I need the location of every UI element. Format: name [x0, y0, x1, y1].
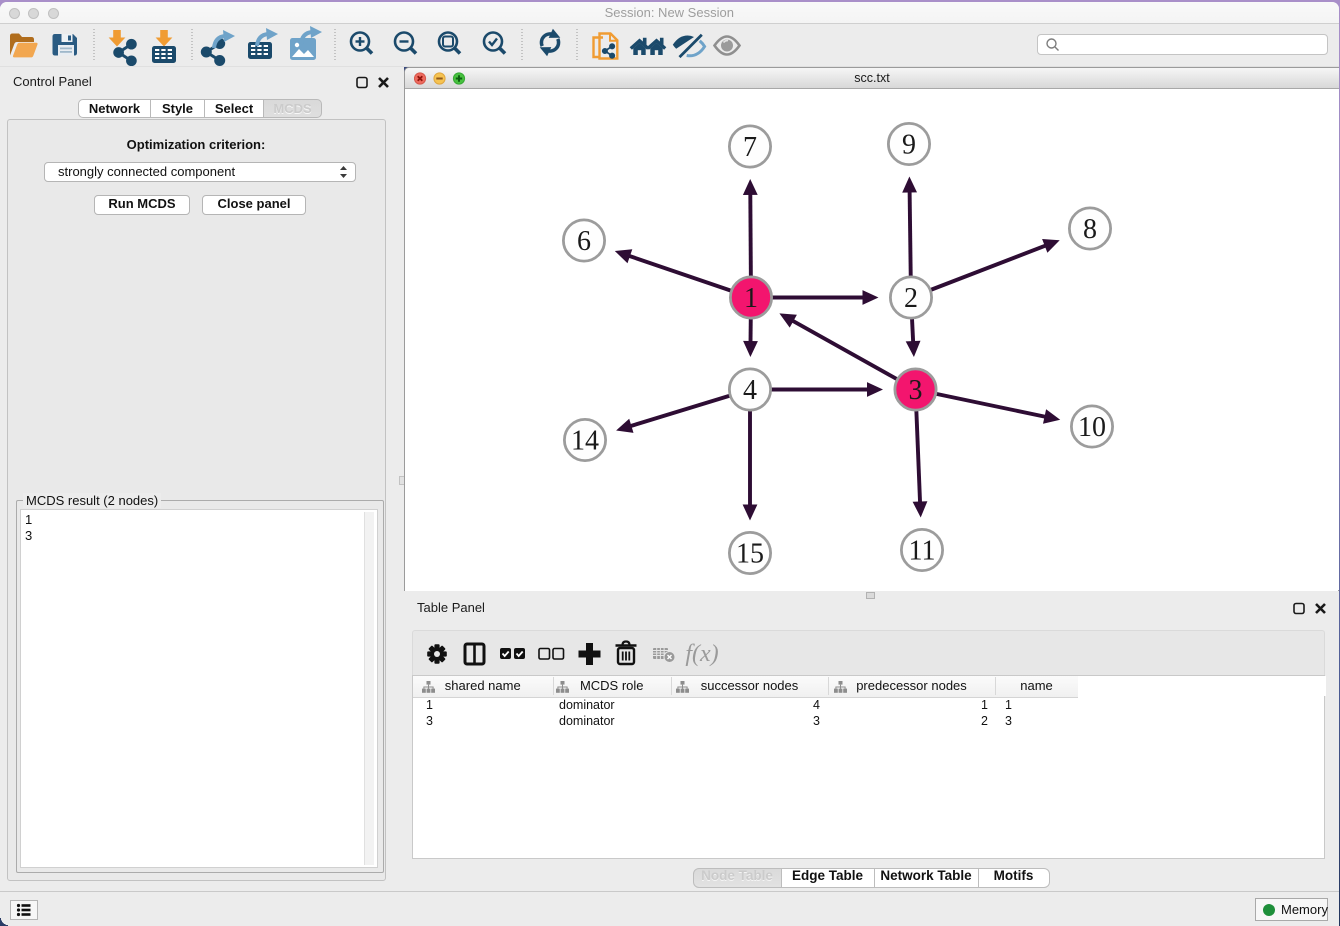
- svg-text:8: 8: [1083, 214, 1097, 245]
- svg-text:9: 9: [902, 130, 916, 161]
- svg-text:2: 2: [904, 283, 918, 314]
- svg-text:10: 10: [1078, 412, 1106, 443]
- svg-text:14: 14: [571, 426, 599, 457]
- svg-text:4: 4: [743, 375, 757, 406]
- svg-text:15: 15: [736, 539, 764, 570]
- svg-text:1: 1: [744, 283, 758, 314]
- svg-text:6: 6: [577, 226, 591, 257]
- svg-text:f(x): f(x): [685, 641, 718, 667]
- svg-text:3: 3: [909, 375, 923, 406]
- svg-text:7: 7: [743, 132, 757, 163]
- svg-text:11: 11: [909, 536, 936, 567]
